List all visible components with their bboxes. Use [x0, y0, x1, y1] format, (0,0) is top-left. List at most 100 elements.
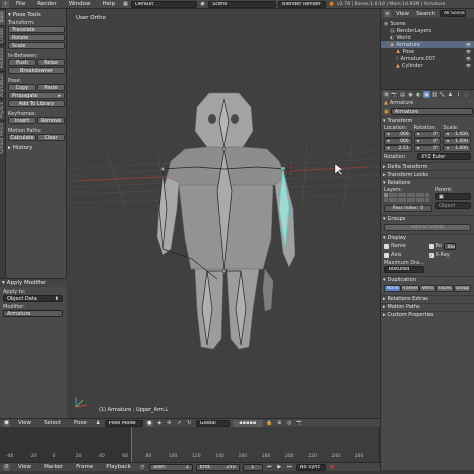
- timeline-editor-icon[interactable]: ⏱: [3, 463, 10, 471]
- modifiers-tab-icon[interactable]: 🔧: [439, 91, 446, 98]
- start-frame-field[interactable]: Start: 1: [148, 463, 193, 471]
- sync-mode-selector[interactable]: No Sync: [295, 463, 326, 471]
- outliner-display-mode[interactable]: All Scenes: [439, 10, 466, 17]
- paste-pose-button[interactable]: Paste: [37, 84, 65, 91]
- add-to-group-button[interactable]: Add to Group: [384, 223, 471, 231]
- play-icon[interactable]: ▶: [276, 464, 283, 471]
- push-button[interactable]: Push: [8, 59, 36, 66]
- menu-help[interactable]: Help: [98, 1, 121, 7]
- outliner-item[interactable]: ▤ RenderLayers: [381, 27, 474, 34]
- jump-start-icon[interactable]: ⏮: [266, 464, 273, 471]
- layer-buttons-icon[interactable]: ▪▪▪▪▪: [232, 419, 263, 427]
- duplication-header[interactable]: ▾ Duplication: [381, 275, 474, 284]
- copy-pose-button[interactable]: Copy: [8, 84, 36, 91]
- location-z[interactable]: ◂ 2.53: [384, 145, 412, 152]
- dup-frames-button[interactable]: Frames: [401, 284, 419, 292]
- visibility-icon[interactable]: 👁: [466, 63, 471, 68]
- visibility-icon[interactable]: 👁: [466, 42, 471, 47]
- rotate-button[interactable]: Rotate: [8, 34, 65, 41]
- mode-selector[interactable]: Pose Mode: [104, 419, 143, 427]
- checkbox[interactable]: [428, 243, 434, 249]
- render-engine-selector[interactable]: Blender Render: [278, 0, 327, 8]
- clear-paths-button[interactable]: Clear: [37, 134, 65, 141]
- tab-grease-pencil[interactable]: Grease Pencil: [0, 120, 5, 156]
- pass-index-field[interactable]: Pass Index: 0: [384, 204, 432, 212]
- pose-tools-header[interactable]: ▾ Pose Tools: [8, 11, 65, 19]
- visibility-icon[interactable]: 👁: [466, 56, 471, 61]
- modifier-name-field[interactable]: Armature: [3, 310, 63, 317]
- world-tab-icon[interactable]: ◐: [415, 91, 422, 98]
- bone-tab-icon[interactable]: ⌇: [455, 91, 462, 98]
- display-header[interactable]: ▾ Display: [381, 233, 474, 242]
- menu-select[interactable]: Select: [39, 420, 66, 426]
- dup-faces-button[interactable]: Faces: [436, 284, 454, 292]
- transform-panel-header[interactable]: ▾ Transform: [381, 116, 474, 124]
- render-layers-tab-icon[interactable]: ▤: [399, 91, 406, 98]
- add-to-library-button[interactable]: Add To Library: [8, 100, 65, 107]
- scale-x[interactable]: ◂ 1.000: [443, 131, 472, 138]
- name-checkbox[interactable]: Name: [384, 243, 427, 250]
- record-icon[interactable]: ●: [329, 464, 336, 471]
- translate-manipulator-icon[interactable]: ↗: [176, 420, 183, 427]
- insert-keyframe-button[interactable]: Insert: [8, 117, 36, 124]
- relations-header[interactable]: ▾ Relations: [381, 178, 474, 186]
- constraints-tab-icon[interactable]: ⛓: [431, 91, 438, 98]
- menu-frame[interactable]: Frame: [71, 464, 98, 470]
- outliner-view-menu[interactable]: View: [394, 11, 411, 17]
- outliner-item[interactable]: ◉ Scene: [381, 20, 474, 27]
- bounds-type-dropdown[interactable]: Box: [444, 242, 456, 250]
- menu-marker[interactable]: Marker: [39, 464, 68, 470]
- proportional-edit-icon[interactable]: ◎: [286, 420, 293, 427]
- dup-none-button[interactable]: None: [384, 284, 402, 292]
- menu-render[interactable]: Render: [32, 1, 62, 7]
- scale-z[interactable]: ◂ 1.000: [443, 145, 472, 152]
- viewport-shading-icon[interactable]: ●: [145, 419, 153, 427]
- apply-to-dropdown[interactable]: Object Data ⬍: [3, 295, 63, 302]
- menu-view[interactable]: View: [13, 464, 36, 470]
- history-panel-header[interactable]: ▸ History: [8, 144, 65, 152]
- custom-properties-header[interactable]: ▸ Custom Properties: [381, 310, 474, 319]
- scene-selector[interactable]: Scene: [208, 0, 277, 8]
- rotate-manipulator-icon[interactable]: ↻: [186, 420, 193, 427]
- checkbox[interactable]: [384, 252, 389, 258]
- render-preview-icon[interactable]: 📷: [296, 420, 303, 427]
- physics-tab-icon[interactable]: ◌: [463, 91, 470, 98]
- tab-relations[interactable]: Relations: [0, 45, 5, 71]
- tab-physics[interactable]: Physics: [0, 98, 5, 121]
- screen-layout-selector[interactable]: Default: [131, 0, 198, 8]
- object-tab-icon[interactable]: ▣: [423, 91, 430, 98]
- menu-playback[interactable]: Playback: [101, 464, 136, 470]
- outliner-item[interactable]: ♟ Pose 👁: [381, 48, 474, 55]
- remove-keyframe-button[interactable]: Remove: [37, 117, 65, 124]
- rotation-z[interactable]: ◂ 0°: [413, 145, 442, 152]
- scale-button[interactable]: Scale: [8, 42, 65, 49]
- 3d-viewport[interactable]: User Ortho (1) Armature: Upper_Arm.L: [67, 9, 380, 418]
- rotation-x[interactable]: ◂ 0°: [413, 131, 442, 138]
- checkmark-icon[interactable]: ✓: [428, 252, 434, 258]
- outliner-item[interactable]: ▲ Cylinder 👁: [381, 62, 474, 69]
- editor-type-icon[interactable]: i: [2, 0, 9, 8]
- menu-window[interactable]: Window: [64, 1, 96, 7]
- checkbox[interactable]: [384, 243, 389, 249]
- breakdowner-button[interactable]: Breakdowner: [8, 67, 65, 74]
- axis-checkbox[interactable]: Axis: [384, 252, 427, 259]
- layer-grid[interactable]: [384, 193, 432, 202]
- manipulator-icon[interactable]: ✣: [166, 420, 173, 427]
- parent-type-dropdown[interactable]: Object: [435, 202, 471, 209]
- properties-editor-icon[interactable]: ⚙: [383, 91, 390, 98]
- location-y[interactable]: ◂ .000: [384, 138, 412, 145]
- visibility-icon[interactable]: 👁: [466, 49, 471, 54]
- propagate-button[interactable]: Propagate ▸: [8, 92, 65, 99]
- dup-group-button[interactable]: Group: [453, 284, 472, 292]
- armature-data-tab-icon[interactable]: ♟: [447, 91, 454, 98]
- xray-checkbox[interactable]: ✓ X-Ray: [428, 252, 472, 259]
- translate-button[interactable]: Translate: [8, 26, 65, 33]
- motion-paths-header[interactable]: ▸ Motion Paths: [381, 302, 474, 311]
- outliner-item[interactable]: ♟ Armature 👁: [381, 41, 474, 48]
- outliner-editor-icon[interactable]: ≡: [384, 10, 391, 17]
- snap-icon[interactable]: ⊕: [276, 420, 283, 427]
- scale-y[interactable]: ◂ 1.000: [443, 138, 472, 145]
- jump-end-icon[interactable]: ⏭: [286, 464, 293, 471]
- rotation-mode-dropdown[interactable]: XYZ Euler: [417, 153, 471, 160]
- outliner-item[interactable]: ◐ World: [381, 34, 474, 41]
